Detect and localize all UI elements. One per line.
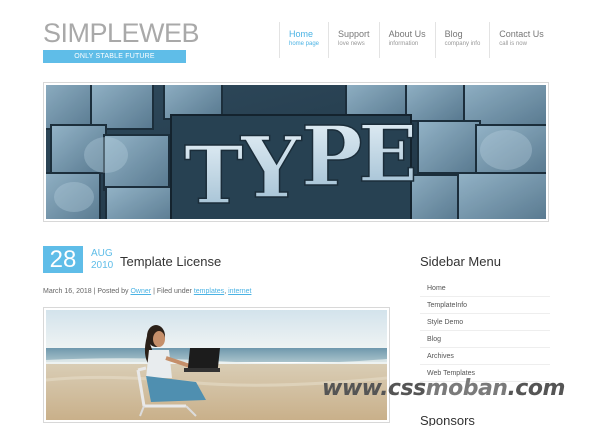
- post-date-text: March 16, 2018: [43, 288, 92, 295]
- nav-item-support[interactable]: Support love news: [328, 22, 379, 58]
- sidebar-item-blog[interactable]: Blog: [420, 331, 550, 348]
- post-meta: March 16, 2018 | Posted by Owner | Filed…: [43, 288, 251, 295]
- sponsors-title: Sponsors: [420, 413, 475, 426]
- sidebar-item-home[interactable]: Home: [420, 280, 550, 297]
- nav-item-subtitle: call is now: [499, 41, 527, 47]
- site-logo[interactable]: SIMPLEWEB ONLY STABLE FUTURE: [43, 18, 200, 63]
- filed-under-label: Filed under: [156, 288, 192, 295]
- banner-letter-e: E: [358, 109, 417, 200]
- watermark-part: www.css: [322, 376, 426, 401]
- nav-item-subtitle: company info: [444, 41, 481, 47]
- banner-letter-y: Y: [240, 118, 302, 217]
- author-link[interactable]: Owner: [130, 288, 151, 295]
- posted-by-label: Posted by: [97, 288, 129, 295]
- banner-letter-t: T: [184, 128, 244, 219]
- tag-link-internet[interactable]: internet: [228, 288, 251, 295]
- nav-item-about-us[interactable]: About Us information: [378, 22, 435, 58]
- post-title[interactable]: Template License: [120, 254, 221, 269]
- nav-item-title: Support: [338, 29, 370, 39]
- post-date-day: 28: [43, 246, 83, 273]
- nav-item-subtitle: love news: [338, 41, 365, 47]
- nav-item-home[interactable]: Home home page: [279, 22, 328, 58]
- nav-item-title: About Us: [388, 29, 426, 39]
- logo-title: SIMPLEWEB: [43, 18, 200, 48]
- post-date-year: 2010: [91, 260, 114, 271]
- main-nav: Home home page Support love news About U…: [279, 22, 553, 58]
- watermark-part: moban: [425, 376, 508, 401]
- sidebar-item-style-demo[interactable]: Style Demo: [420, 314, 550, 331]
- post-date-month: AUG: [91, 248, 113, 259]
- nav-item-blog[interactable]: Blog company info: [434, 22, 490, 58]
- nav-item-subtitle: home page: [289, 41, 320, 47]
- sidebar-item-templateinfo[interactable]: TemplateInfo: [420, 297, 550, 314]
- post-image: [43, 307, 390, 423]
- banner-image: T Y P E: [46, 85, 546, 219]
- nav-item-subtitle: information: [388, 41, 419, 47]
- nav-item-contact-us[interactable]: Contact Us call is now: [489, 22, 553, 58]
- tag-comma: ,: [224, 288, 227, 295]
- sidebar-title: Sidebar Menu: [420, 254, 501, 269]
- meta-separator: |: [153, 288, 155, 295]
- logo-tagline: ONLY STABLE FUTURE: [43, 50, 186, 63]
- nav-item-title: Contact Us: [499, 29, 544, 39]
- sidebar-menu: Home TemplateInfo Style Demo Blog Archiv…: [420, 280, 550, 382]
- nav-item-title: Home: [289, 29, 314, 39]
- beach-photo: [46, 310, 387, 420]
- header-banner: T Y P E: [43, 82, 549, 222]
- meta-separator: |: [93, 288, 96, 295]
- nav-item-title: Blog: [444, 29, 463, 39]
- tag-link-templates[interactable]: templates: [194, 288, 224, 295]
- watermark: www.cssmoban.com: [322, 376, 565, 401]
- sidebar-item-archives[interactable]: Archives: [420, 348, 550, 365]
- watermark-part: .com: [507, 376, 565, 401]
- banner-letter-p: P: [301, 109, 363, 205]
